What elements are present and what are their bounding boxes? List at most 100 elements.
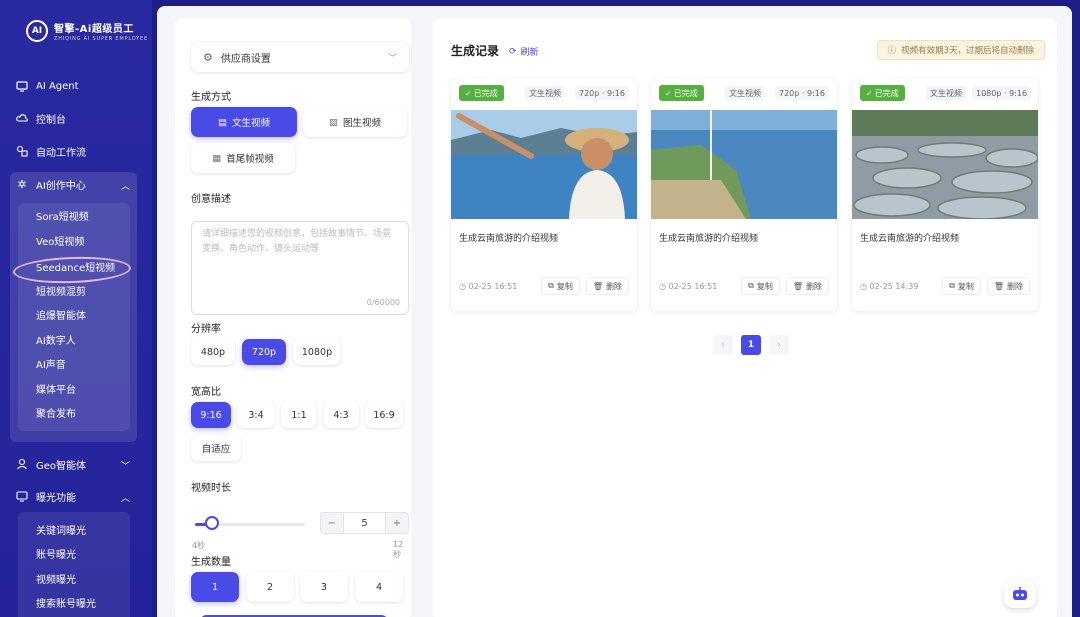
sidebar-item-account-exposure[interactable]: 账号曝光 (36, 548, 76, 564)
count-4[interactable]: 4 (355, 572, 403, 602)
status-badge: ✓ 已完成 (860, 85, 905, 101)
video-thumbnail[interactable] (651, 110, 837, 219)
gear-icon: ⚙ (203, 50, 213, 64)
copy-label: 复制 (957, 281, 974, 291)
sidebar-item-exposure[interactable]: 曝光功能 (16, 486, 76, 506)
mode-text-to-video[interactable]: ▤ 文生视频 (191, 107, 297, 137)
sidebar-item-ai-agent[interactable]: AI Agent (16, 76, 79, 96)
chart-icon (16, 490, 28, 502)
mode-first-last-frame[interactable]: ▦ 首尾帧视频 (191, 143, 295, 173)
sidebar-item-keyword-exposure[interactable]: 关键词曝光 (36, 524, 86, 540)
mode-frame-label: 首尾帧视频 (226, 154, 274, 165)
duration-max-label: 12秒 (393, 540, 404, 559)
brand-subtitle: ZHIQING AI SUPER EMPLOYEE (54, 36, 148, 42)
description-textarea[interactable]: 请详细描述您的视频创意，包括故事情节、场景变换、角色动作、镜头运动等 0/600… (191, 221, 409, 315)
ratio-auto[interactable]: 自适应 (191, 435, 241, 461)
sidebar-item-video-mix[interactable]: 短视频混剪 (36, 285, 86, 301)
refresh-button[interactable]: ⟳ 刷新 (509, 45, 539, 59)
increment-button[interactable]: + (386, 513, 408, 533)
decrement-button[interactable]: − (321, 513, 343, 533)
sidebar-item-label: AI创作中心 (36, 180, 86, 192)
res-1080p[interactable]: 1080p (293, 339, 341, 365)
ratio-9-16[interactable]: 9:16 (191, 402, 231, 428)
res-720p[interactable]: 720p (242, 339, 286, 365)
copy-label: 复制 (556, 281, 573, 291)
mode-image-label: 图生视频 (342, 118, 381, 129)
duration-min-label: 4秒 (192, 541, 206, 550)
count-2[interactable]: 2 (246, 572, 294, 602)
sidebar-item-digital-human[interactable]: AI数字人 (36, 334, 76, 350)
chevron-up-icon[interactable]: ︿ (121, 491, 130, 504)
copy-label: 复制 (756, 281, 773, 291)
duration-value[interactable]: 5 (343, 513, 386, 533)
ratio-1-1[interactable]: 1:1 (281, 402, 317, 428)
sidebar-item-workflow[interactable]: 自动工作流 (16, 141, 86, 161)
refresh-icon: ⟳ (509, 46, 517, 57)
count-1[interactable]: 1 (191, 572, 239, 602)
copy-button[interactable]: ⧉ 复制 (541, 277, 580, 295)
chevron-down-icon: ﹀ (387, 53, 397, 64)
description-placeholder: 请详细描述您的视频创意，包括故事情节、场景变换、角色动作、镜头运动等 (202, 229, 392, 254)
count-3[interactable]: 3 (300, 572, 348, 602)
res-480p[interactable]: 480p (191, 339, 235, 365)
expiry-notice: ⓘ 视频有效期3天，过期后将自动删除 (876, 40, 1045, 60)
check-icon: ✓ (866, 88, 873, 98)
sidebar-item-trend-agent[interactable]: 追爆智能体 (36, 309, 86, 325)
timestamp: ◷ 02-25 14:39 (860, 281, 919, 291)
timestamp-text: 02-25 16:51 (668, 281, 718, 291)
sidebar-item-ai-creation[interactable]: ✲ AI创作中心 (16, 174, 86, 194)
status-badge: ✓ 已完成 (459, 85, 504, 101)
video-card[interactable]: ✓ 已完成 文生视频 720p · 9:16 生成云南旅游的介绍视频 ◷ 02-2… (651, 79, 837, 311)
ratio-3-4[interactable]: 3:4 (237, 402, 275, 428)
delete-button[interactable]: 🗑 删除 (785, 277, 829, 295)
status-label: 已完成 (673, 88, 698, 98)
sidebar-item-label: 曝光功能 (36, 492, 76, 504)
duration-slider-handle[interactable] (204, 516, 219, 530)
mode-image-to-video[interactable]: ▨ 图生视频 (303, 107, 407, 137)
video-card[interactable]: ✓ 已完成 文生视频 1080p · 9:16 生成云南旅游的介绍视频 ◷ 02… (852, 79, 1038, 311)
sidebar-item-label: AI Agent (36, 80, 79, 92)
sidebar-item-label: Geo智能体 (36, 460, 87, 472)
video-card[interactable]: ✓ 已完成 文生视频 720p · 9:16 生成云南旅游的介绍视频 ◷ 02-2… (451, 79, 637, 311)
check-icon: ✓ (465, 88, 472, 98)
chevron-up-icon[interactable]: ︿ (121, 179, 130, 192)
mode-text-label: 文生视频 (231, 118, 270, 129)
sidebar-item-publish[interactable]: 聚合发布 (36, 407, 76, 423)
sidebar-item-sora[interactable]: Sora短视频 (36, 210, 89, 226)
duration-label: 视频时长 (191, 483, 231, 494)
delete-label: 删除 (1007, 281, 1023, 291)
sidebar-item-veo[interactable]: Veo短视频 (36, 235, 84, 251)
assistant-bot-button[interactable] (1004, 580, 1036, 608)
sidebar-item-ai-voice[interactable]: AI声音 (36, 358, 66, 374)
sidebar-item-geo[interactable]: Geo智能体 (16, 454, 86, 474)
spec-tag: 720p · 9:16 (575, 86, 629, 100)
trash-icon: 🗑 (592, 281, 603, 291)
ratio-16-9[interactable]: 16:9 (365, 402, 403, 428)
sidebar-item-video-exposure[interactable]: 视频曝光 (36, 573, 76, 589)
sidebar-item-console[interactable]: 控制台 (16, 108, 66, 128)
provider-settings-button[interactable]: ⚙ 供应商设置 ﹀ (191, 42, 409, 72)
ratio-4-3[interactable]: 4:3 (323, 402, 359, 428)
type-tag: 文生视频 (725, 86, 765, 100)
video-description: 生成云南旅游的介绍视频 (459, 234, 559, 244)
copy-icon: ⧉ (548, 281, 554, 290)
next-page-button[interactable]: › (769, 335, 789, 355)
video-thumbnail[interactable] (451, 110, 637, 219)
spec-tag: 720p · 9:16 (775, 86, 829, 100)
copy-button[interactable]: ⧉ 复制 (741, 277, 780, 295)
chevron-down-icon[interactable]: ﹀ (121, 459, 130, 472)
spec-tag: 1080p · 9:16 (972, 86, 1032, 100)
delete-button[interactable]: 🗑 删除 (986, 277, 1030, 295)
document-icon: ▤ (218, 116, 227, 128)
page-current[interactable]: 1 (741, 335, 761, 355)
prev-page-button[interactable]: ‹ (713, 335, 733, 355)
refresh-label: 刷新 (520, 48, 539, 58)
video-thumbnail[interactable] (852, 110, 1038, 219)
sidebar-item-search-exposure[interactable]: 搜索账号曝光 (36, 597, 96, 613)
copy-button[interactable]: ⧉ 复制 (942, 277, 981, 295)
check-icon: ✓ (665, 88, 672, 98)
brand-logo[interactable]: AI 智擎-Ai超级员工 ZHIQING AI SUPER EMPLOYEE (26, 20, 148, 42)
sidebar-item-media-platform[interactable]: 媒体平台 (36, 383, 76, 399)
timestamp-text: 02-25 14:39 (869, 281, 919, 291)
delete-button[interactable]: 🗑 删除 (585, 277, 629, 295)
